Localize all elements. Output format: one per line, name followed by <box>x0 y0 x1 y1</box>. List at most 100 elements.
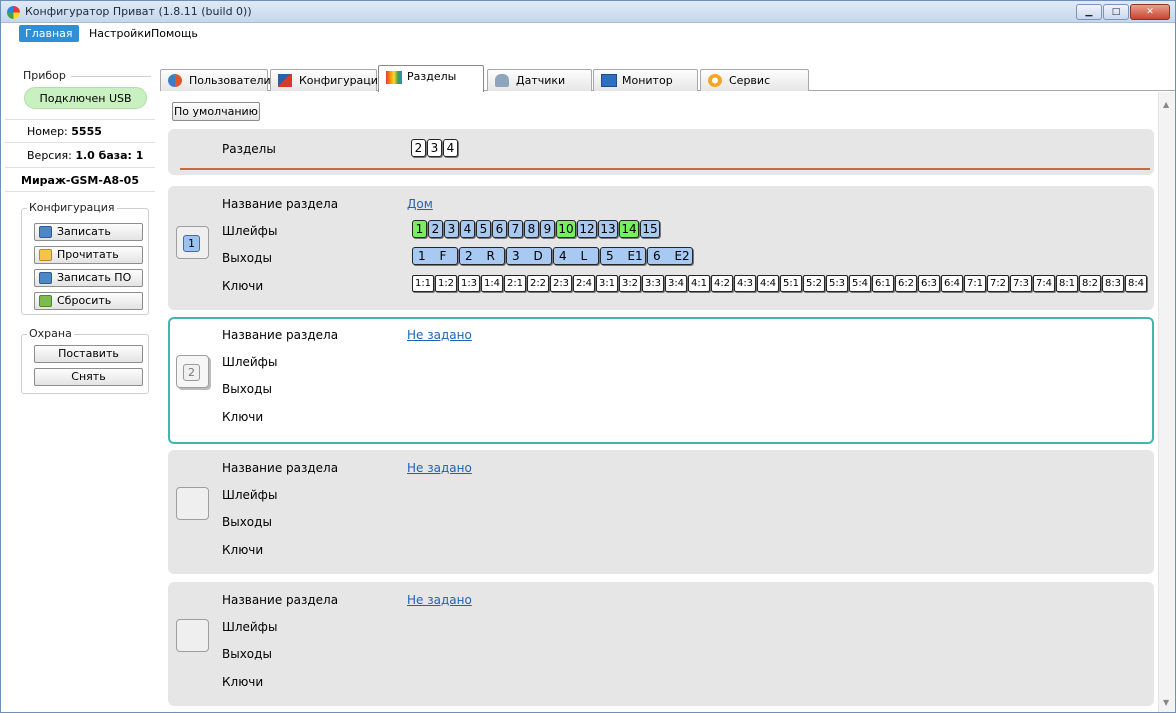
key-chip[interactable]: 5:3 <box>826 275 848 292</box>
menu-help[interactable]: Помощь <box>145 25 204 42</box>
key-chip[interactable]: 8:3 <box>1102 275 1124 292</box>
section-panel-1[interactable]: 1 Название раздела Дом Шлейфы Выходы Клю… <box>168 186 1154 310</box>
reset-button[interactable]: Сбросить <box>34 292 143 310</box>
key-chip[interactable]: 6:1 <box>872 275 894 292</box>
vertical-scrollbar[interactable]: ▲ ▼ <box>1158 92 1175 712</box>
output-chip[interactable]: 5 E1 <box>600 247 646 265</box>
sections-content: По умолчанию Разделы 2 3 4 1 Название ра… <box>160 92 1175 712</box>
key-chip[interactable]: 3:3 <box>642 275 664 292</box>
section-chip[interactable]: 4 <box>443 139 458 157</box>
loop-chip[interactable]: 2 <box>428 220 443 238</box>
output-chip[interactable]: 4 L <box>553 247 599 265</box>
maximize-icon[interactable]: □ <box>1103 4 1129 20</box>
sections-overview-panel: Разделы 2 3 4 <box>168 129 1154 175</box>
key-chip[interactable]: 2:4 <box>573 275 595 292</box>
write-button[interactable]: Записать <box>34 223 143 241</box>
loop-chip[interactable]: 10 <box>556 220 576 238</box>
section-name-link[interactable]: Не задано <box>407 461 472 475</box>
key-chip[interactable]: 4:4 <box>757 275 779 292</box>
output-chip[interactable]: 3 D <box>506 247 552 265</box>
tab-monitor[interactable]: Монитор <box>593 69 698 91</box>
section-panel-4[interactable]: Название раздела Не задано Шлейфы Выходы… <box>168 582 1154 706</box>
loop-chip[interactable]: 12 <box>577 220 597 238</box>
key-chip[interactable]: 4:3 <box>734 275 756 292</box>
loop-chip[interactable]: 6 <box>492 220 507 238</box>
tab-sections[interactable]: Разделы <box>378 65 484 92</box>
section-chip[interactable]: 3 <box>427 139 442 157</box>
scroll-up-icon[interactable]: ▲ <box>1163 100 1169 109</box>
key-chip[interactable]: 7:3 <box>1010 275 1032 292</box>
key-chip[interactable]: 6:2 <box>895 275 917 292</box>
section-number: 2 <box>183 364 200 381</box>
key-chip[interactable]: 7:4 <box>1033 275 1055 292</box>
loops-label: Шлейфы <box>222 488 278 502</box>
menu-main[interactable]: Главная <box>19 25 79 42</box>
section-name-link[interactable]: Не задано <box>407 593 472 607</box>
output-chip[interactable]: 6 E2 <box>647 247 693 265</box>
version-label: Версия: <box>27 149 72 162</box>
key-chip[interactable]: 8:1 <box>1056 275 1078 292</box>
section-panel-3[interactable]: Название раздела Не задано Шлейфы Выходы… <box>168 450 1154 574</box>
key-chip[interactable]: 1:4 <box>481 275 503 292</box>
key-chip[interactable]: 2:1 <box>504 275 526 292</box>
tab-configuration[interactable]: Конфигурация <box>270 69 385 91</box>
section-chip[interactable]: 2 <box>411 139 426 157</box>
loop-chip[interactable]: 9 <box>540 220 555 238</box>
minimize-icon[interactable]: ▁ <box>1076 4 1102 20</box>
key-chip[interactable]: 4:1 <box>688 275 710 292</box>
disarm-button[interactable]: Снять <box>34 368 143 386</box>
name-label: Название раздела <box>222 593 339 607</box>
loop-chip[interactable]: 3 <box>444 220 459 238</box>
write-firmware-button[interactable]: Записать ПО <box>34 269 143 287</box>
key-chip[interactable]: 5:1 <box>780 275 802 292</box>
key-chip[interactable]: 1:3 <box>458 275 480 292</box>
title-bar: Конфигуратор Приват (1.8.11 (build 0)) ▁… <box>1 1 1175 23</box>
section-select-box[interactable] <box>176 619 209 652</box>
section-select-box[interactable]: 2 <box>176 355 209 388</box>
device-model: Мираж-GSM-A8-05 <box>21 174 139 187</box>
key-chip[interactable]: 7:2 <box>987 275 1009 292</box>
arm-button[interactable]: Поставить <box>34 345 143 363</box>
key-chip[interactable]: 2:2 <box>527 275 549 292</box>
section-select-box[interactable] <box>176 487 209 520</box>
tab-bar: Пользователи Конфигурация Разделы Датчик… <box>160 65 1175 92</box>
key-chip[interactable]: 5:2 <box>803 275 825 292</box>
loop-chip[interactable]: 8 <box>524 220 539 238</box>
section-name-link[interactable]: Не задано <box>407 328 472 342</box>
output-chip[interactable]: 2 R <box>459 247 505 265</box>
loop-chip[interactable]: 1 <box>412 220 427 238</box>
scroll-down-icon[interactable]: ▼ <box>1163 698 1169 707</box>
default-button[interactable]: По умолчанию <box>172 102 260 121</box>
key-chip[interactable]: 5:4 <box>849 275 871 292</box>
section-select-box[interactable]: 1 <box>176 226 209 259</box>
key-chip[interactable]: 3:4 <box>665 275 687 292</box>
key-chip[interactable]: 7:1 <box>964 275 986 292</box>
key-chip[interactable]: 1:1 <box>412 275 434 292</box>
key-chip[interactable]: 3:1 <box>596 275 618 292</box>
key-chip[interactable]: 6:3 <box>918 275 940 292</box>
key-chip[interactable]: 4:2 <box>711 275 733 292</box>
loop-chip[interactable]: 15 <box>640 220 660 238</box>
key-chip[interactable]: 1:2 <box>435 275 457 292</box>
loop-chip[interactable]: 5 <box>476 220 491 238</box>
output-chip[interactable]: 1 F <box>412 247 458 265</box>
loop-chip[interactable]: 7 <box>508 220 523 238</box>
sensors-icon <box>495 74 509 87</box>
loop-chip[interactable]: 14 <box>619 220 639 238</box>
loop-chip[interactable]: 13 <box>598 220 618 238</box>
read-button[interactable]: Прочитать <box>34 246 143 264</box>
users-icon <box>168 74 182 87</box>
section-panel-2[interactable]: 2 Название раздела Не задано Шлейфы Выхо… <box>168 317 1154 444</box>
close-icon[interactable]: ✕ <box>1130 4 1170 20</box>
key-chip[interactable]: 8:2 <box>1079 275 1101 292</box>
section-name-link[interactable]: Дом <box>407 197 433 211</box>
keys-label: Ключи <box>222 543 264 557</box>
tab-service[interactable]: Сервис <box>700 69 809 91</box>
key-chip[interactable]: 3:2 <box>619 275 641 292</box>
tab-sensors[interactable]: Датчики <box>487 69 592 91</box>
tab-users[interactable]: Пользователи <box>160 69 271 91</box>
loop-chip[interactable]: 4 <box>460 220 475 238</box>
key-chip[interactable]: 6:4 <box>941 275 963 292</box>
key-chip[interactable]: 8:4 <box>1125 275 1147 292</box>
key-chip[interactable]: 2:3 <box>550 275 572 292</box>
